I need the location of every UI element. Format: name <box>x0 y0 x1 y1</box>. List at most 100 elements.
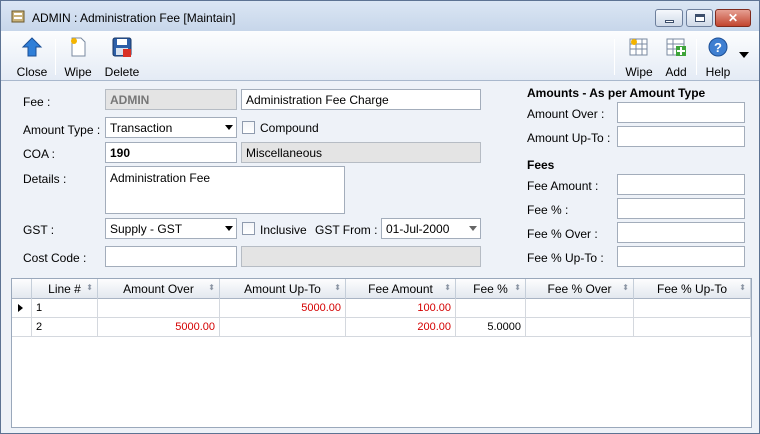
fee-amount-label: Fee Amount : <box>527 179 599 193</box>
table-row[interactable]: 1 5000.00 100.00 <box>12 299 751 318</box>
cell-amount-upto[interactable]: 5000.00 <box>220 299 346 317</box>
cell-fee-pct-over[interactable] <box>526 299 634 317</box>
new-document-icon <box>71 37 86 57</box>
chevron-down-icon <box>225 226 233 231</box>
row-selector[interactable] <box>12 299 32 317</box>
cell-fee-pct-over[interactable] <box>526 318 634 336</box>
pin-icon[interactable]: ⬍ <box>739 283 746 292</box>
coa-label: COA : <box>23 147 56 161</box>
fee-description-field[interactable]: Administration Fee Charge <box>241 89 481 110</box>
cell-fee-pct-upto[interactable] <box>634 299 751 317</box>
amount-type-select[interactable]: Transaction <box>105 117 237 138</box>
fee-amount-field[interactable] <box>617 174 745 195</box>
column-header-fee-pct-over[interactable]: Fee % Over ⬍ <box>526 279 634 299</box>
cell-amount-over[interactable] <box>98 299 220 317</box>
amount-type-label: Amount Type : <box>23 123 101 137</box>
fee-form: Fee : ADMIN Administration Fee Charge Am… <box>1 81 759 277</box>
column-header-amount-upto[interactable]: Amount Up-To ⬍ <box>220 279 346 299</box>
details-label: Details : <box>23 172 67 186</box>
toolbar-separator <box>696 39 697 75</box>
chevron-down-icon <box>225 125 233 130</box>
toolbar-separator <box>614 39 615 75</box>
amount-over-label: Amount Over : <box>527 107 605 121</box>
amount-upto-label: Amount Up-To : <box>527 131 611 145</box>
cell-line[interactable]: 1 <box>32 299 98 317</box>
fee-pct-field[interactable] <box>617 198 745 219</box>
chevron-down-icon <box>469 226 477 231</box>
details-textarea[interactable]: Administration Fee <box>105 166 345 214</box>
toolbar-separator <box>55 39 56 75</box>
cell-fee-pct-upto[interactable] <box>634 318 751 336</box>
gst-label: GST : <box>23 223 55 237</box>
compound-checkbox[interactable] <box>242 121 255 134</box>
gst-from-value: 01-Jul-2000 <box>386 222 450 236</box>
table-row[interactable]: 2 5000.00 200.00 5.0000 <box>12 318 751 337</box>
column-header-amount-over[interactable]: Amount Over ⬍ <box>98 279 220 299</box>
maintain-window: ADMIN : Administration Fee [Maintain] ✕ … <box>0 0 760 434</box>
amount-type-value: Transaction <box>110 121 173 135</box>
close-button[interactable]: Close <box>13 34 51 79</box>
column-header-line[interactable]: Line # ⬍ <box>32 279 98 299</box>
maximize-button[interactable] <box>686 9 713 27</box>
coa-description-field: Miscellaneous <box>241 142 481 163</box>
grid-add-icon <box>666 38 686 56</box>
fee-pct-upto-field[interactable] <box>617 246 745 267</box>
close-window-button[interactable]: ✕ <box>715 9 751 27</box>
toolbar: Close Wipe Delete Wipe Add ? Help <box>1 31 759 81</box>
grid-header: Line # ⬍ Amount Over ⬍ Amount Up-To ⬍ Fee A… <box>12 279 751 299</box>
help-button[interactable]: ? Help <box>700 34 736 79</box>
inclusive-label: Inclusive <box>260 223 307 237</box>
compound-label: Compound <box>260 121 319 135</box>
add-button[interactable]: Add <box>659 34 693 79</box>
coa-field[interactable]: 190 <box>105 142 237 163</box>
pin-icon[interactable]: ⬍ <box>334 283 341 292</box>
cell-fee-amount[interactable]: 100.00 <box>346 299 456 317</box>
gst-from-label: GST From : <box>315 223 378 237</box>
cost-code-description-field <box>241 246 481 267</box>
fee-pct-over-field[interactable] <box>617 222 745 243</box>
fee-lines-grid[interactable]: Line # ⬍ Amount Over ⬍ Amount Up-To ⬍ Fee A… <box>11 278 752 428</box>
cell-fee-pct[interactable] <box>456 299 526 317</box>
cell-amount-upto[interactable] <box>220 318 346 336</box>
gst-value: Supply - GST <box>110 222 183 236</box>
save-disk-icon <box>112 37 132 57</box>
cell-fee-pct[interactable]: 5.0000 <box>456 318 526 336</box>
wipe-button[interactable]: Wipe <box>59 34 97 79</box>
amount-upto-field[interactable] <box>617 126 745 147</box>
fee-pct-over-label: Fee % Over : <box>527 227 598 241</box>
column-header-fee-pct[interactable]: Fee % ⬍ <box>456 279 526 299</box>
column-header-fee-pct-upto[interactable]: Fee % Up-To ⬍ <box>634 279 751 299</box>
row-selector[interactable] <box>12 318 32 336</box>
title-bar: ADMIN : Administration Fee [Maintain] ✕ <box>1 1 759 31</box>
pin-icon[interactable]: ⬍ <box>622 283 629 292</box>
overflow-dropdown-icon[interactable] <box>738 51 750 59</box>
pin-icon[interactable]: ⬍ <box>208 283 215 292</box>
delete-button[interactable]: Delete <box>101 34 143 79</box>
cost-code-label: Cost Code : <box>23 251 87 265</box>
window-title: ADMIN : Administration Fee [Maintain] <box>32 11 236 25</box>
gst-select[interactable]: Supply - GST <box>105 218 237 239</box>
amounts-section-title: Amounts - As per Amount Type <box>527 86 706 100</box>
fee-label: Fee : <box>23 95 51 109</box>
arrow-up-icon <box>21 37 43 57</box>
cell-line[interactable]: 2 <box>32 318 98 336</box>
fees-section-title: Fees <box>527 158 555 172</box>
amount-over-field[interactable] <box>617 102 745 123</box>
current-row-icon <box>18 304 23 312</box>
pin-icon[interactable]: ⬍ <box>514 283 521 292</box>
help-icon: ? <box>708 37 728 57</box>
cost-code-field[interactable] <box>105 246 237 267</box>
cell-amount-over[interactable]: 5000.00 <box>98 318 220 336</box>
pin-icon[interactable]: ⬍ <box>444 283 451 292</box>
cell-fee-amount[interactable]: 200.00 <box>346 318 456 336</box>
grid-wipe-button[interactable]: Wipe <box>620 34 658 79</box>
column-header-fee-amount[interactable]: Fee Amount ⬍ <box>346 279 456 299</box>
fee-pct-label: Fee % : <box>527 203 569 217</box>
minimize-button[interactable] <box>655 9 683 27</box>
pin-icon[interactable]: ⬍ <box>86 283 93 292</box>
row-selector-header <box>12 279 32 299</box>
gst-from-date-picker[interactable]: 01-Jul-2000 <box>381 218 481 239</box>
fee-pct-upto-label: Fee % Up-To : <box>527 251 604 265</box>
app-icon <box>11 10 25 23</box>
inclusive-checkbox[interactable] <box>242 222 255 235</box>
